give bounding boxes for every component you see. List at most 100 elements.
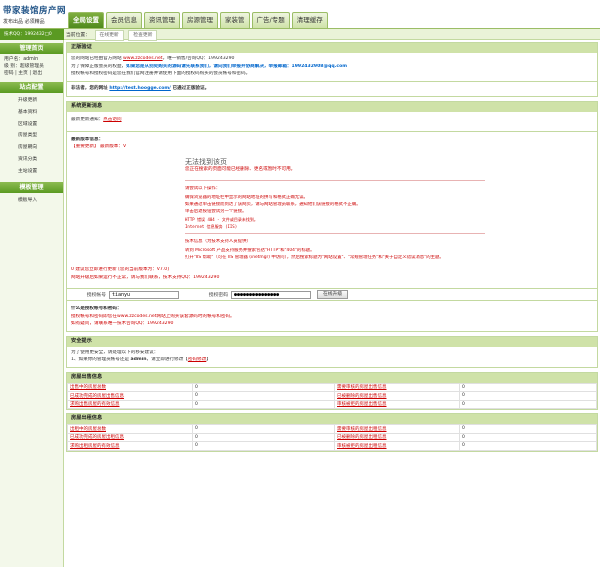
sidebar-item-upgrade[interactable]: 升级更新 bbox=[18, 95, 63, 107]
rent-stat-link[interactable]: 需要审核的房屋出租信息 bbox=[337, 427, 387, 432]
security-title: 安全提示 bbox=[67, 336, 597, 347]
update-info: 最新版本信息： 【重要更新】 最新版本：V 无法找到该页 您正在搜索的页面可能已… bbox=[67, 130, 597, 285]
auth-section: 正版验证 您的网站已经由官方网站 www.zzcodes.net，唯一销售/咨询… bbox=[66, 42, 598, 97]
tab-listings[interactable]: 房源管理 bbox=[182, 12, 218, 28]
site-url-link[interactable]: http://test.hoogge.com/ bbox=[109, 86, 171, 91]
sell-section: 房屋出售信息 出售中的房屋总数 0 需要审核的房屋出售信息 0 已成功完成的房屋… bbox=[66, 371, 598, 411]
sidebar-template-list: 模板导入 bbox=[0, 193, 63, 207]
table-row: 出租中的房屋总数 0 需要审核的房屋出租信息 0 bbox=[67, 424, 597, 434]
admin-username: admin bbox=[130, 357, 147, 363]
error-try-3: 单击后退按钮尝试另一个链接。 bbox=[185, 209, 247, 215]
table-row: 出售中的房屋总数 0 需要审核的房屋出售信息 0 bbox=[67, 382, 597, 393]
sidebar-item-basic[interactable]: 基本资料 bbox=[18, 107, 63, 119]
auth-form: 授权帐号 授权密码 在线升级 bbox=[67, 288, 597, 302]
sidebar-item-orientation[interactable]: 房屋朝向 bbox=[18, 142, 63, 154]
sell-stat-value: 0 bbox=[192, 391, 335, 401]
sidebar-item-region[interactable]: 区域设置 bbox=[18, 119, 63, 131]
sell-stat-value: 0 bbox=[459, 382, 597, 393]
tab-decoration[interactable]: 家装管 bbox=[220, 12, 250, 28]
auth-notice: 非法者，您的网址 http://test.hoogge.com/ 已通过正版验证… bbox=[67, 80, 597, 96]
sidebar-item-news-category[interactable]: 资讯分类 bbox=[18, 154, 63, 166]
tab-clear-cache[interactable]: 清理缓存 bbox=[291, 12, 328, 28]
sell-stat-value: 0 bbox=[192, 382, 335, 393]
online-upgrade-button[interactable]: 在线升级 bbox=[317, 290, 349, 300]
update-contact: 网站升级后如果运行不正常，请与我们联系，技术支持QQ：199243290 bbox=[71, 274, 220, 280]
sidebar-item-main-site[interactable]: 主站设置 bbox=[18, 166, 63, 178]
error-tech-2: 打开"IIS 帮助"（可在 IIS 管理器 (inetmgr) 中访问），然后搜… bbox=[185, 254, 444, 260]
official-site-link[interactable]: www.zzcodes.net bbox=[123, 56, 163, 61]
error-tech-head: 技术信息（为技术支持人员提供） bbox=[185, 239, 251, 245]
main-content: 正版验证 您的网站已经由官方网站 www.zzcodes.net，唯一销售/咨询… bbox=[66, 42, 598, 456]
breadcrumb-label: 当前位置： bbox=[66, 33, 90, 38]
rent-stat-link[interactable]: 已被删除的房屋出租信息 bbox=[337, 435, 387, 440]
sell-stat-link[interactable]: 审核被拒的房屋出售信息 bbox=[337, 402, 387, 407]
sidebar-user-info: 用户名：admin 级 别：超级管理员 密码 | 主页 | 退出 bbox=[0, 54, 63, 79]
rent-stat-link[interactable]: 审核被拒的房屋出租信息 bbox=[337, 444, 387, 449]
error-code-2: Internet 信息服务 (IIS) bbox=[185, 223, 238, 229]
tab-news[interactable]: 资讯管理 bbox=[144, 12, 180, 28]
sell-stat-link[interactable]: 需要审核的房屋出售信息 bbox=[337, 385, 387, 390]
top-links[interactable]: 发布出品 必须精品 bbox=[3, 18, 45, 25]
account-label: 授权帐号 bbox=[86, 293, 106, 299]
rent-stat-value: 0 bbox=[459, 424, 597, 434]
rent-stat-value: 0 bbox=[192, 432, 335, 443]
error-try-2: 如果通过单击链接而到达了该网页，请与网站管理员联系，通知他们该链接的格式不正确。 bbox=[185, 202, 361, 208]
auth-line2-text: 为了保障正版会员的权益， bbox=[71, 63, 127, 69]
auth-title: 正版验证 bbox=[67, 43, 597, 53]
sidebar-account-links[interactable]: 密码 | 主页 | 退出 bbox=[4, 70, 59, 77]
sidebar-item-template-import[interactable]: 模板导入 bbox=[18, 195, 63, 207]
rent-stat-link[interactable]: 求购出租房屋的有效信息 bbox=[70, 444, 120, 449]
error-tech-1: 转到 Microsoft 产品支持服务并搜索包括"HTTP"和"404"的标题。 bbox=[185, 247, 315, 253]
change-password-link[interactable]: 密码修改 bbox=[188, 357, 206, 362]
version-line: 【重要更新】 最新版本：V bbox=[71, 144, 127, 149]
tab-global-settings[interactable]: 全局设置 bbox=[68, 12, 104, 28]
rent-stat-value: 0 bbox=[459, 432, 597, 443]
site-logo: 带家装馆房产网 bbox=[3, 6, 67, 16]
update-title: 系统更新消息 bbox=[67, 102, 597, 112]
sell-stat-link[interactable]: 求购出售房屋的有效信息 bbox=[70, 402, 120, 407]
auth-body: 您的网站已经由官方网站 www.zzcodes.net，唯一销售/咨询QQ：19… bbox=[67, 53, 597, 81]
table-row: 已成功完成的房屋出租信息 0 已被删除的房屋出租信息 0 bbox=[67, 432, 597, 443]
sidebar-head-templates: 模板管理 bbox=[0, 181, 63, 193]
rent-stat-link[interactable]: 出租中的房屋总数 bbox=[70, 427, 106, 432]
sell-stat-value: 0 bbox=[459, 399, 597, 410]
sidebar-username: 用户名：admin bbox=[4, 57, 39, 62]
rent-stat-link[interactable]: 已成功完成的房屋出租信息 bbox=[70, 435, 124, 440]
security-body: 为了使用更安全，请处理以下的移安建议： 1、如果你的管理员帐号还是 admin，… bbox=[67, 346, 597, 367]
breadcrumb-check-update[interactable]: 检查更新 bbox=[128, 30, 158, 41]
rent-title: 房屋出租信息 bbox=[67, 414, 597, 425]
account-input[interactable] bbox=[109, 290, 179, 299]
tab-members[interactable]: 会员信息 bbox=[106, 12, 142, 28]
table-row: 已成功完成的房屋出售信息 0 已被删除的房屋出售信息 0 bbox=[67, 391, 597, 401]
password-input[interactable] bbox=[231, 290, 311, 299]
whatis-line2: 如有疑问，请联系唯一技术咨询QQ：199243290 bbox=[71, 321, 174, 327]
sidebar-head-home: 管理首页 bbox=[0, 43, 63, 54]
sidebar: 管理首页 用户名：admin 级 别：超级管理员 密码 | 主页 | 退出 站点… bbox=[0, 40, 64, 567]
sell-stat-value: 0 bbox=[192, 399, 335, 410]
error-subtitle: 您正在搜索的页面可能已经删除、更名或暂时不可用。 bbox=[185, 167, 296, 172]
update-section: 系统更新消息 最新更新通知：点击访问 最新版本信息： 【重要更新】 最新版本：V… bbox=[66, 101, 598, 332]
sell-stat-link[interactable]: 已成功完成的房屋出售信息 bbox=[70, 394, 124, 399]
breadcrumb: 当前位置： 在线更新 检查更新 bbox=[66, 30, 158, 41]
security-line1: 为了使用更安全，请处理以下的移安建议： bbox=[71, 349, 159, 355]
sell-table: 出售中的房屋总数 0 需要审核的房屋出售信息 0 已成功完成的房屋出售信息 0 … bbox=[67, 382, 597, 410]
error-title: 无法找到该页 bbox=[185, 157, 227, 166]
sidebar-level: 级 别：超级管理员 bbox=[4, 64, 44, 69]
sell-title: 房屋出售信息 bbox=[67, 372, 597, 383]
tab-ads[interactable]: 广告/专题 bbox=[251, 12, 290, 28]
breadcrumb-online-update[interactable]: 在线更新 bbox=[94, 30, 124, 41]
sidebar-item-house-type[interactable]: 房屋类型 bbox=[18, 130, 63, 142]
sell-stat-link[interactable]: 出售中的房屋总数 bbox=[70, 385, 106, 390]
whatis-line1: 授权帐号和密码即您在www.zzcodes.net网站上购买该套源码时的帐号和密… bbox=[71, 313, 235, 319]
security-line2-text: 1、如果你的管理员帐号还是 bbox=[71, 357, 131, 363]
auth-notice-end: 已通过正版验证。 bbox=[170, 85, 210, 91]
auth-report-text: 如果您是从别处购买的源码请先联系我们，请向我们举报并协商解决，举报邮箱：1992… bbox=[126, 63, 348, 69]
table-row: 求购出租房屋的有效信息 0 审核被拒的房屋出租信息 0 bbox=[67, 441, 597, 451]
password-label: 授权密码 bbox=[208, 293, 228, 299]
rent-table: 出租中的房屋总数 0 需要审核的房屋出租信息 0 已成功完成的房屋出租信息 0 … bbox=[67, 424, 597, 451]
sell-stat-value: 0 bbox=[459, 391, 597, 401]
main-tabs: 全局设置 会员信息 资讯管理 房源管理 家装管 广告/专题 清理缓存 bbox=[68, 12, 328, 28]
latest-update-link[interactable]: 点击访问 bbox=[103, 117, 121, 122]
rent-stat-value: 0 bbox=[192, 441, 335, 451]
sell-stat-link[interactable]: 已被删除的房屋出售信息 bbox=[337, 394, 387, 399]
